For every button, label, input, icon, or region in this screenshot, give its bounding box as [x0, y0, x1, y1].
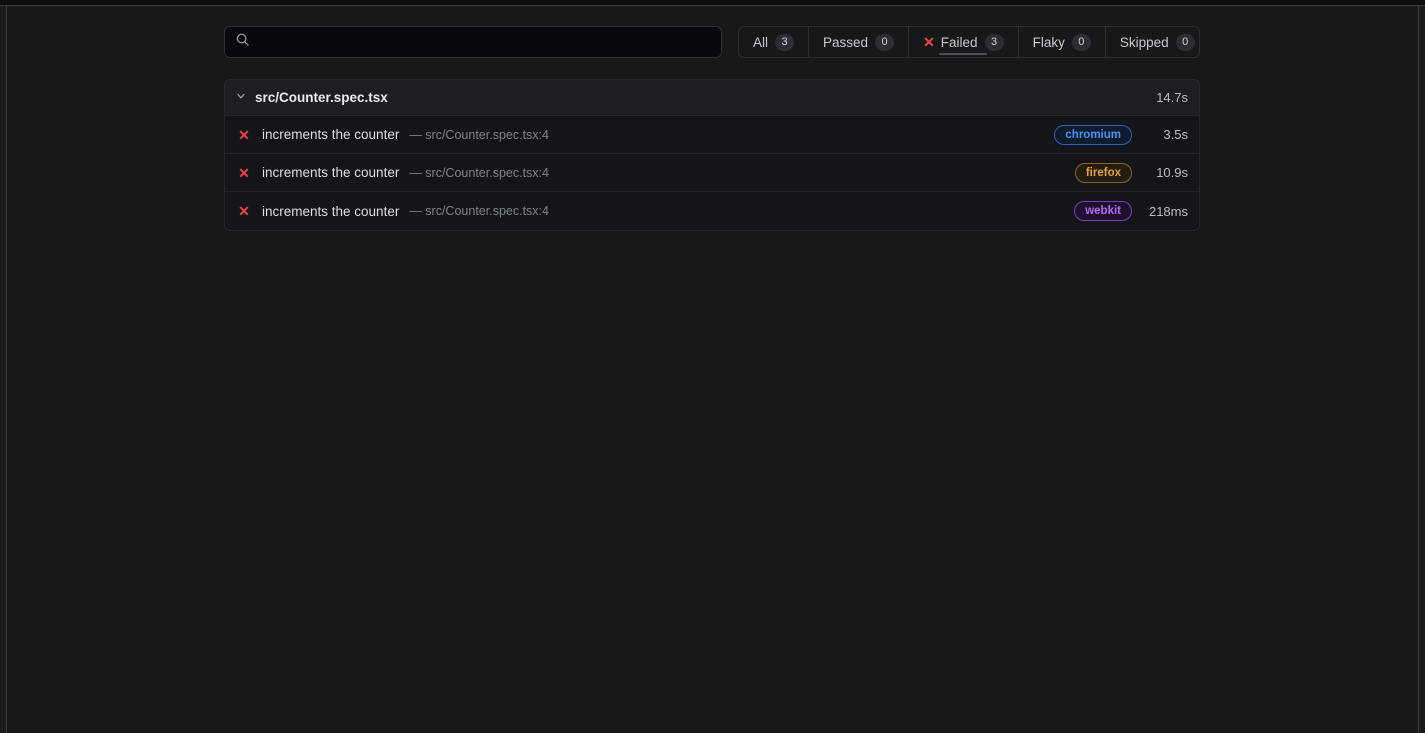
test-duration: 10.9s [1156, 165, 1188, 180]
browser-window-frame: All 3 Passed 0 ✕ Failed 3 Flaky 0 Skipped 0 src/Co… [0, 0, 1425, 733]
filter-tab-label: Flaky [1032, 34, 1065, 50]
x-icon: ✕ [923, 34, 935, 50]
results-card: src/Counter.spec.tsx 14.7s ✕ increments t… [224, 79, 1200, 231]
filter-tab-label: Passed [823, 34, 869, 50]
filter-tab-label: Failed [940, 34, 978, 50]
filter-tab-count: 0 [875, 33, 895, 51]
page-viewport: All 3 Passed 0 ✕ Failed 3 Flaky 0 Skipped 0 src/Co… [7, 7, 1418, 733]
filter-tab-label: All [753, 34, 769, 50]
x-icon: ✕ [238, 126, 250, 143]
browser-badge-firefox: firefox [1074, 162, 1132, 183]
file-duration: 14.7s [1156, 90, 1188, 105]
filter-tab-count: 3 [775, 33, 795, 51]
filter-tab-count: 3 [984, 33, 1004, 51]
x-icon: ✕ [238, 164, 250, 181]
x-icon: ✕ [238, 203, 250, 219]
test-duration: 218ms [1148, 203, 1188, 219]
filter-tab-failed[interactable]: ✕ Failed 3 [909, 27, 1019, 57]
test-location: — src/Counter.spec.tsx:4 [409, 127, 549, 142]
test-title: increments the counter [262, 165, 400, 180]
test-duration: 3.5s [1163, 127, 1188, 142]
test-location: — src/Counter.spec.tsx:4 [409, 204, 549, 218]
filter-tab-skipped[interactable]: Skipped 0 [1106, 27, 1199, 57]
filter-tab-passed[interactable]: Passed 0 [809, 27, 910, 57]
test-location: — src/Counter.spec.tsx:4 [409, 165, 549, 180]
test-list: ✕ increments the counter — src/Counter.spe… [225, 116, 1199, 230]
test-title: increments the counter [262, 127, 400, 142]
toolbar: All 3 Passed 0 ✕ Failed 3 Flaky 0 Skipped 0 [224, 22, 1200, 62]
test-title: increments the counter [262, 203, 400, 219]
test-row[interactable]: ✕ increments the counter — src/Counter.spe… [225, 116, 1199, 154]
browser-badge-webkit: webkit [1074, 201, 1132, 221]
file-group-header[interactable]: src/Counter.spec.tsx 14.7s [225, 80, 1199, 116]
filter-tab-all[interactable]: All 3 [739, 27, 810, 57]
filter-tab-count: 0 [1071, 33, 1091, 51]
filter-tab-group: All 3 Passed 0 ✕ Failed 3 Flaky 0 Skipped 0 [738, 26, 1200, 58]
search-box[interactable] [224, 26, 723, 58]
search-icon [235, 32, 250, 52]
chevron-down-icon[interactable] [235, 89, 247, 107]
window-title-strip [0, 0, 1425, 6]
search-input[interactable] [258, 27, 712, 57]
test-row[interactable]: ✕ increments the counter — src/Counter.spe… [225, 192, 1199, 230]
filter-tab-label: Skipped [1119, 34, 1169, 50]
window-right-edge [1418, 6, 1419, 733]
file-name: src/Counter.spec.tsx [255, 90, 388, 105]
test-row[interactable]: ✕ increments the counter — src/Counter.spe… [225, 154, 1199, 192]
filter-tab-count: 0 [1175, 33, 1195, 51]
filter-tab-flaky[interactable]: Flaky 0 [1019, 27, 1106, 57]
browser-badge-chromium: chromium [1054, 124, 1132, 145]
